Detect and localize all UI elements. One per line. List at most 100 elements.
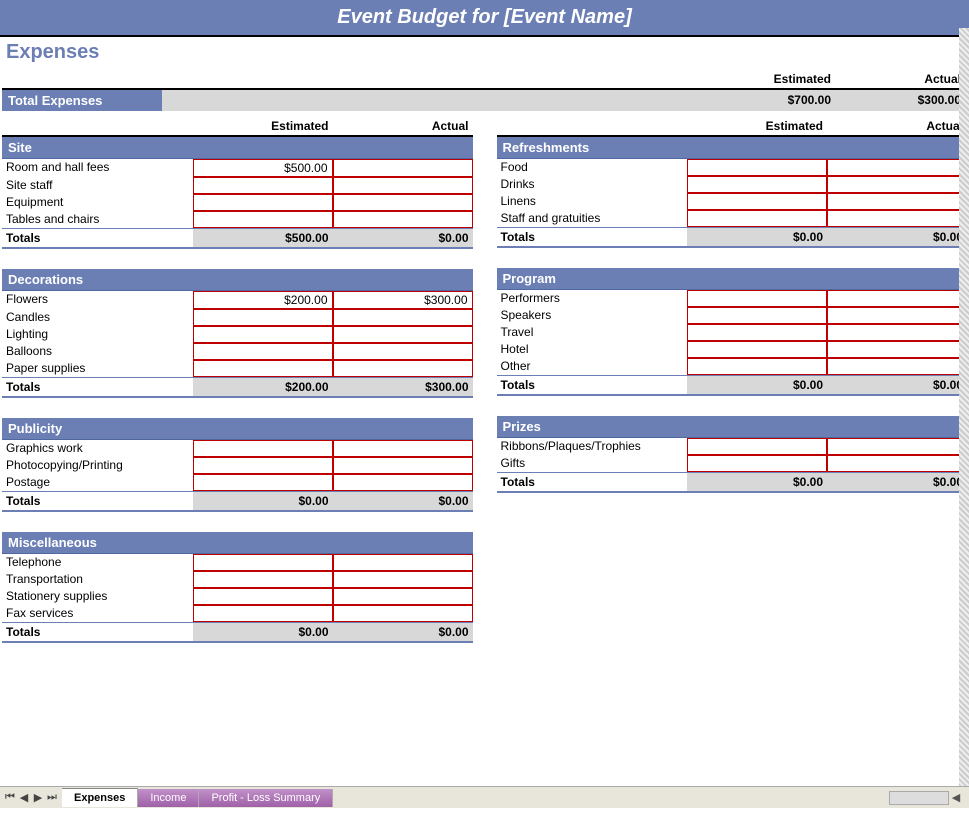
row-label: Equipment: [2, 194, 193, 211]
table-row: Transportation: [2, 571, 473, 588]
cell-estimated[interactable]: [193, 360, 333, 377]
col-actual: Actual: [333, 117, 473, 135]
cell-estimated[interactable]: $500.00: [193, 159, 333, 177]
nav-next-icon[interactable]: ▶: [32, 791, 44, 805]
cell-estimated[interactable]: [193, 571, 333, 588]
nav-first-icon[interactable]: ⏮: [4, 791, 16, 805]
row-label: Hotel: [497, 341, 688, 358]
category-header: Publicity: [2, 418, 473, 440]
col-estimated: Estimated: [687, 117, 827, 135]
totals-label: Totals: [2, 229, 193, 247]
row-label: Site staff: [2, 177, 193, 194]
row-label: Fax services: [2, 605, 193, 622]
tab-income[interactable]: Income: [138, 789, 199, 807]
cell-estimated[interactable]: [687, 290, 827, 307]
row-label: Photocopying/Printing: [2, 457, 193, 474]
cell-estimated[interactable]: [687, 193, 827, 210]
cell-estimated[interactable]: [193, 211, 333, 228]
cell-estimated[interactable]: [193, 588, 333, 605]
cell-estimated[interactable]: [687, 159, 827, 176]
totals-actual: $0.00: [333, 492, 473, 510]
row-label: Travel: [497, 324, 688, 341]
cell-actual[interactable]: [333, 457, 473, 474]
tab-expenses[interactable]: Expenses: [62, 788, 138, 807]
row-label: Transportation: [2, 571, 193, 588]
cell-estimated[interactable]: $200.00: [193, 291, 333, 309]
cell-actual[interactable]: [827, 176, 967, 193]
cell-estimated[interactable]: [687, 176, 827, 193]
totals-estimated: $0.00: [687, 473, 827, 491]
table-row: Food: [497, 159, 968, 176]
totals-actual: $0.00: [333, 229, 473, 247]
cell-estimated[interactable]: [687, 307, 827, 324]
cell-estimated[interactable]: [687, 341, 827, 358]
cell-estimated[interactable]: [687, 358, 827, 375]
summary-col-actual: Actual: [837, 70, 967, 88]
cell-actual[interactable]: [333, 605, 473, 622]
cell-actual[interactable]: [333, 474, 473, 491]
cell-estimated[interactable]: [687, 438, 827, 455]
table-row: Linens: [497, 193, 968, 210]
tab-profit-loss[interactable]: Profit - Loss Summary: [199, 789, 333, 807]
cell-estimated[interactable]: [193, 177, 333, 194]
cell-actual[interactable]: [333, 360, 473, 377]
cell-estimated[interactable]: [193, 474, 333, 491]
cell-estimated[interactable]: [193, 343, 333, 360]
table-row: Ribbons/Plaques/Trophies: [497, 438, 968, 455]
cell-estimated[interactable]: [193, 440, 333, 457]
cell-actual[interactable]: [333, 554, 473, 571]
cell-estimated[interactable]: [687, 455, 827, 472]
totals-label: Totals: [2, 623, 193, 641]
cell-estimated[interactable]: [193, 605, 333, 622]
cell-actual[interactable]: [827, 193, 967, 210]
cell-actual[interactable]: [333, 159, 473, 177]
cell-actual[interactable]: [333, 309, 473, 326]
col-actual: Actual: [827, 117, 967, 135]
horizontal-scrollbar[interactable]: [889, 791, 949, 805]
cell-actual[interactable]: [827, 438, 967, 455]
cell-actual[interactable]: [333, 194, 473, 211]
totals-label: Totals: [2, 492, 193, 510]
cell-actual[interactable]: [827, 455, 967, 472]
cell-actual[interactable]: [827, 358, 967, 375]
cell-estimated[interactable]: [687, 210, 827, 227]
cell-actual[interactable]: [827, 324, 967, 341]
cell-actual[interactable]: [333, 326, 473, 343]
cell-estimated[interactable]: [193, 457, 333, 474]
page-title: Event Budget for [Event Name]: [0, 0, 969, 37]
totals-estimated: $0.00: [193, 623, 333, 641]
cell-actual[interactable]: [333, 571, 473, 588]
totals-row: Totals$0.00$0.00: [2, 622, 473, 643]
cell-actual[interactable]: [827, 290, 967, 307]
cell-estimated[interactable]: [193, 194, 333, 211]
scroll-left-icon[interactable]: ◀: [949, 791, 963, 805]
row-label: Speakers: [497, 307, 688, 324]
row-label: Gifts: [497, 455, 688, 472]
cell-actual[interactable]: [333, 588, 473, 605]
table-row: Travel: [497, 324, 968, 341]
table-row: Site staff: [2, 177, 473, 194]
cell-estimated[interactable]: [193, 309, 333, 326]
nav-prev-icon[interactable]: ◀: [18, 791, 30, 805]
cell-estimated[interactable]: [193, 326, 333, 343]
table-row: Staff and gratuities: [497, 210, 968, 227]
cell-actual[interactable]: [827, 341, 967, 358]
totals-row: Totals$0.00$0.00: [2, 491, 473, 512]
nav-last-icon[interactable]: ⏭: [46, 791, 58, 805]
row-label: Paper supplies: [2, 360, 193, 377]
row-label: Tables and chairs: [2, 211, 193, 228]
cell-actual[interactable]: $300.00: [333, 291, 473, 309]
table-row: Graphics work: [2, 440, 473, 457]
table-row: Tables and chairs: [2, 211, 473, 228]
cell-estimated[interactable]: [687, 324, 827, 341]
cell-actual[interactable]: [333, 177, 473, 194]
cell-actual[interactable]: [333, 343, 473, 360]
cell-actual[interactable]: [827, 210, 967, 227]
cell-actual[interactable]: [827, 159, 967, 176]
summary-block: Estimated Actual Total Expenses $700.00 …: [2, 70, 967, 111]
cell-estimated[interactable]: [193, 554, 333, 571]
cell-actual[interactable]: [333, 440, 473, 457]
cell-actual[interactable]: [827, 307, 967, 324]
cell-actual[interactable]: [333, 211, 473, 228]
category-header: Program: [497, 268, 968, 290]
